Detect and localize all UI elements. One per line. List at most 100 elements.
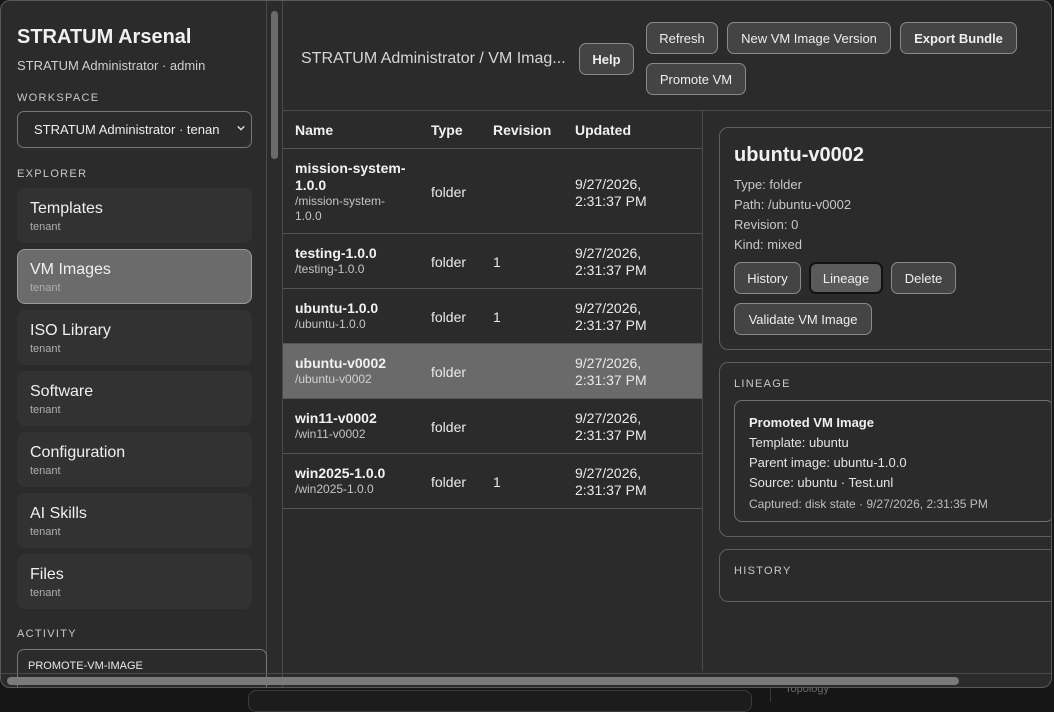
validate-vm-image-button[interactable]: Validate VM Image (734, 303, 872, 335)
lineage-parent: Parent image: ubuntu-1.0.0 (749, 455, 907, 470)
lineage-button[interactable]: Lineage (809, 262, 883, 294)
sidebar-item-sub: tenant (30, 526, 61, 538)
column-header-type[interactable]: Type (431, 122, 463, 138)
sidebar-item-sub: tenant (30, 221, 61, 233)
row-revision: 1 (493, 474, 501, 490)
row-updated: 9/27/2026, 2:31:37 PM (575, 245, 647, 278)
row-path: /mission-system-1.0.0 (295, 194, 386, 223)
sidebar-item-label: ISO Library (30, 322, 111, 339)
row-type: folder (431, 254, 467, 270)
row-path: /win2025-1.0.0 (295, 482, 374, 496)
history-card: HISTORY (719, 549, 1051, 602)
column-header-name[interactable]: Name (295, 122, 333, 138)
row-name: ubuntu-v0002 (295, 355, 387, 371)
horizontal-scrollbar[interactable] (7, 677, 959, 685)
sidebar-item-vm-images[interactable]: VM Images tenant (17, 249, 252, 304)
table-row[interactable]: win11-v0002 /win11-v0002 folder 9/27/202… (283, 399, 702, 454)
row-path: /ubuntu-1.0.0 (295, 317, 366, 331)
row-type: folder (431, 364, 467, 380)
row-name: win11-v0002 (295, 410, 377, 426)
sidebar-item-label: VM Images (30, 261, 111, 278)
sidebar-item-configuration[interactable]: Configuration tenant (17, 432, 252, 487)
row-type: folder (431, 419, 467, 435)
lineage-title: Promoted VM Image (749, 415, 874, 430)
detail-card: ubuntu-v0002 Type: folder Path: /ubuntu-… (719, 127, 1051, 350)
sidebar: STRATUM Arsenal STRATUM Administrator · … (1, 1, 267, 687)
sidebar-item-label: Templates (30, 200, 103, 217)
table-row[interactable]: testing-1.0.0 /testing-1.0.0 folder 1 9/… (283, 234, 702, 289)
activity-label: ACTIVITY (17, 628, 77, 640)
row-name: ubuntu-1.0.0 (295, 300, 379, 316)
history-button[interactable]: History (734, 262, 801, 294)
table-row[interactable]: ubuntu-1.0.0 /ubuntu-1.0.0 folder 1 9/27… (283, 289, 702, 344)
delete-button[interactable]: Delete (891, 262, 956, 294)
refresh-button[interactable]: Refresh (646, 22, 718, 54)
explorer-label: EXPLORER (17, 168, 88, 180)
row-updated: 9/27/2026, 2:31:37 PM (575, 300, 647, 333)
row-name: win2025-1.0.0 (295, 465, 386, 481)
column-header-updated[interactable]: Updated (575, 122, 631, 138)
sidebar-item-label: Configuration (30, 444, 126, 461)
content-header: STRATUM Administrator / VM Imag... Help … (283, 1, 1051, 111)
row-path: /win11-v0002 (295, 427, 366, 441)
row-name: mission-system-1.0.0 (295, 160, 406, 193)
column-header-revision[interactable]: Revision (493, 122, 551, 138)
table-row-selected[interactable]: ubuntu-v0002 /ubuntu-v0002 folder 9/27/2… (283, 344, 702, 399)
sidebar-item-label: Software (30, 383, 94, 400)
detail-title: ubuntu-v0002 (734, 144, 865, 166)
app-subtitle: STRATUM Administrator · admin (17, 58, 206, 73)
row-path: /testing-1.0.0 (295, 262, 365, 276)
table-row[interactable]: win2025-1.0.0 /win2025-1.0.0 folder 1 9/… (283, 454, 702, 509)
row-updated: 9/27/2026, 2:31:37 PM (575, 465, 647, 498)
new-vm-image-version-button[interactable]: New VM Image Version (727, 22, 891, 54)
horizontal-scroll-track (1, 673, 1051, 674)
sidebar-item-software[interactable]: Software tenant (17, 371, 252, 426)
sidebar-item-sub: tenant (30, 587, 61, 599)
row-type: folder (431, 309, 467, 325)
row-name: testing-1.0.0 (295, 245, 377, 261)
row-updated: 9/27/2026, 2:31:37 PM (575, 176, 647, 209)
chevron-down-icon (237, 125, 245, 131)
lineage-captured: Captured: disk state · 9/27/2026, 2:31:3… (749, 497, 988, 511)
vm-image-table: Name Type Revision Updated mission-syste… (283, 111, 703, 671)
promote-vm-button[interactable]: Promote VM (646, 63, 746, 95)
lineage-card: LINEAGE Promoted VM Image Template: ubun… (719, 362, 1051, 537)
breadcrumb: STRATUM Administrator / VM Imag... (301, 50, 566, 67)
sidebar-item-files[interactable]: Files tenant (17, 554, 252, 609)
table-row[interactable]: mission-system-1.0.0 /mission-system-1.0… (283, 149, 702, 234)
lineage-source: Source: ubuntu · Test.unl (749, 475, 894, 490)
sidebar-item-iso-library[interactable]: ISO Library tenant (17, 310, 252, 365)
sidebar-item-ai-skills[interactable]: AI Skills tenant (17, 493, 252, 548)
detail-kind: Kind: mixed (734, 237, 802, 252)
app-title: STRATUM Arsenal (17, 26, 192, 48)
workspace-label: WORKSPACE (17, 92, 100, 104)
history-label: HISTORY (734, 565, 792, 577)
lineage-entry: Promoted VM Image Template: ubuntu Paren… (734, 400, 1051, 522)
row-updated: 9/27/2026, 2:31:37 PM (575, 410, 647, 443)
row-revision: 1 (493, 254, 501, 270)
app-window: STRATUM Arsenal STRATUM Administrator · … (0, 0, 1052, 688)
detail-revision: Revision: 0 (734, 217, 799, 232)
sidebar-item-sub: tenant (30, 404, 61, 416)
workspace-select-value: STRATUM Administrator · tenan (34, 122, 220, 137)
activity-item[interactable]: PROMOTE-VM-IMAGE (28, 660, 143, 672)
help-button[interactable]: Help (579, 43, 634, 75)
lineage-label: LINEAGE (734, 378, 791, 390)
row-type: folder (431, 474, 467, 490)
row-type: folder (431, 184, 467, 200)
row-updated: 9/27/2026, 2:31:37 PM (575, 355, 647, 388)
workspace-select[interactable]: STRATUM Administrator · tenan (17, 111, 252, 148)
row-path: /ubuntu-v0002 (295, 372, 372, 386)
sidebar-item-sub: tenant (30, 282, 61, 294)
sidebar-item-label: Files (30, 566, 64, 583)
sidebar-item-sub: tenant (30, 343, 61, 355)
background-panel (248, 690, 752, 712)
lineage-template: Template: ubuntu (749, 435, 849, 450)
sidebar-scrollbar[interactable] (271, 11, 278, 159)
sidebar-item-sub: tenant (30, 465, 61, 477)
sidebar-item-label: AI Skills (30, 505, 87, 522)
detail-path: Path: /ubuntu-v0002 (734, 197, 852, 212)
export-bundle-button[interactable]: Export Bundle (900, 22, 1017, 54)
detail-type: Type: folder (734, 177, 802, 192)
sidebar-item-templates[interactable]: Templates tenant (17, 188, 252, 243)
